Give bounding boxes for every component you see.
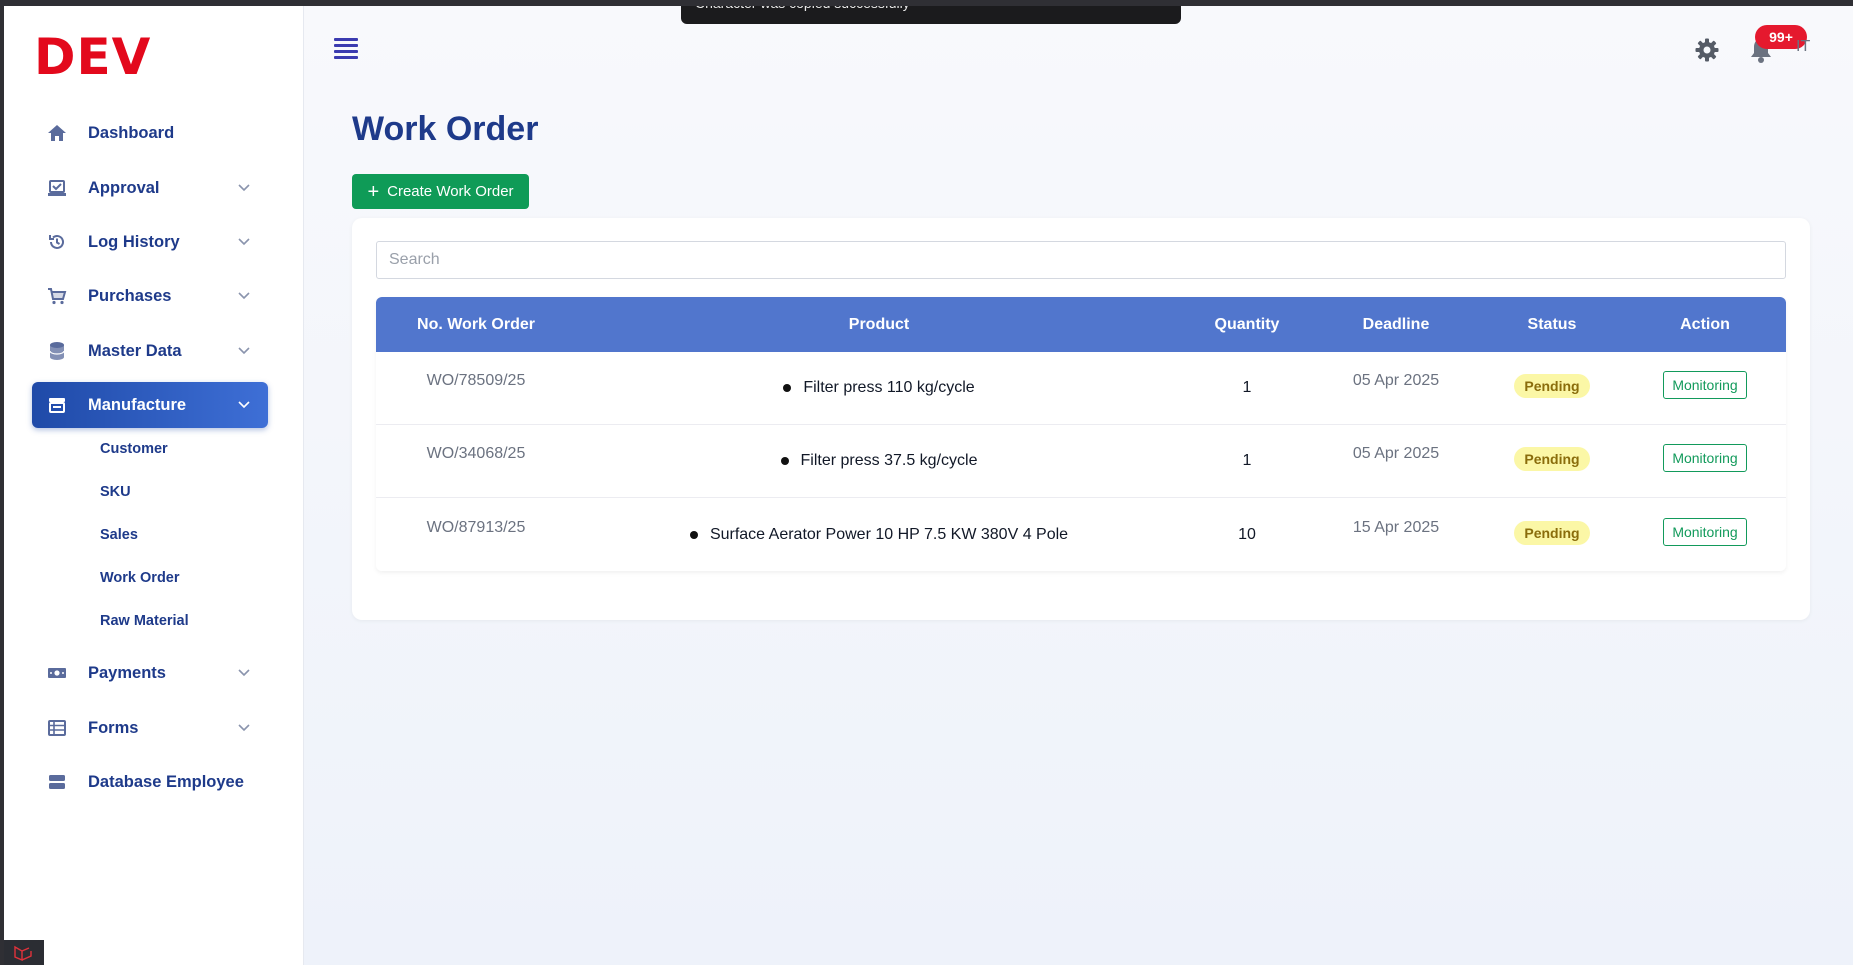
laravel-debug-icon[interactable] [4, 940, 44, 965]
monitoring-button[interactable]: Monitoring [1663, 444, 1747, 472]
product-name: Surface Aerator Power 10 HP 7.5 KW 380V … [709, 525, 1069, 543]
bullet-icon [780, 457, 789, 465]
sidebar-item-manufacture[interactable]: Manufacture [32, 382, 268, 428]
chevron-down-icon [236, 343, 252, 359]
deadline-value: 15 Apr 2025 [1352, 518, 1440, 536]
sidebar-item-label: Log History [88, 232, 180, 251]
chevron-down-icon [236, 288, 252, 304]
work-order-number: WO/87913/25 [426, 518, 526, 536]
store-icon [46, 394, 68, 416]
work-order-number: WO/78509/25 [426, 372, 526, 389]
table-icon [46, 717, 68, 739]
sidebar-item-log-history[interactable]: Log History [32, 219, 268, 265]
sidebar-item-label: Database Employee [88, 772, 244, 791]
chevron-down-icon [236, 180, 252, 196]
sidebar-item-approval[interactable]: Approval [32, 165, 268, 211]
status-badge: Pending [1514, 374, 1590, 398]
gear-icon[interactable] [1694, 37, 1720, 63]
search-input[interactable] [376, 241, 1786, 279]
create-work-order-button[interactable]: + Create Work Order [352, 174, 529, 209]
sidebar-subitem-sku[interactable]: SKU [100, 484, 131, 500]
sidebar-subitem-sales[interactable]: Sales [100, 527, 138, 543]
column-header-work-order[interactable]: No. Work Order [376, 316, 576, 334]
deadline-value: 05 Apr 2025 [1352, 445, 1440, 462]
table-header: No. Work Order Product Quantity Deadline… [376, 297, 1786, 352]
sidebar-item-forms[interactable]: Forms [32, 705, 268, 751]
quantity-value: 1 [1242, 379, 1252, 396]
action-cell: Monitoring [1624, 517, 1786, 546]
sidebar-item-label: Master Data [88, 341, 182, 360]
history-icon [46, 231, 68, 253]
sidebar-item-label: Forms [88, 718, 139, 737]
sidebar-item-label: Manufacture [88, 395, 187, 414]
menu-toggle-icon[interactable] [333, 36, 359, 62]
status-badge: Pending [1514, 520, 1590, 545]
column-header-action[interactable]: Action [1624, 316, 1786, 334]
database-icon [46, 340, 68, 362]
user-avatar[interactable]: IT [1796, 38, 1810, 56]
sidebar-subitem-customer[interactable]: Customer [100, 441, 168, 457]
chevron-down-icon [236, 234, 252, 250]
money-icon [46, 662, 68, 684]
cart-icon [46, 285, 68, 307]
product-cell: Filter press 110 kg/cycle [576, 379, 1182, 397]
create-work-order-label: Create Work Order [387, 183, 514, 200]
sidebar-item-payments[interactable]: Payments [32, 650, 268, 696]
chevron-down-icon [236, 665, 252, 681]
sidebar-item-label: Dashboard [88, 123, 175, 142]
sidebar-item-label: Approval [88, 178, 160, 197]
sidebar-item-label: Purchases [88, 286, 172, 305]
column-header-quantity[interactable]: Quantity [1182, 316, 1312, 334]
bullet-icon [689, 530, 698, 539]
product-cell: Filter press 37.5 kg/cycle [576, 452, 1182, 470]
column-header-deadline[interactable]: Deadline [1312, 316, 1480, 334]
app-frame: DEV Dashboard Approval Log History Purch… [0, 0, 1853, 965]
monitoring-button[interactable]: Monitoring [1663, 371, 1747, 399]
action-cell: Monitoring [1624, 371, 1786, 399]
sidebar-item-master-data[interactable]: Master Data [32, 328, 268, 374]
table-row: WO/87913/25 Surface Aerator Power 10 HP … [376, 498, 1786, 571]
browser-left-border [0, 0, 4, 965]
bullet-icon [783, 384, 792, 392]
product-cell: Surface Aerator Power 10 HP 7.5 KW 380V … [576, 526, 1182, 544]
status-cell: Pending [1480, 447, 1624, 471]
home-icon [46, 122, 68, 144]
table-row: WO/34068/25 Filter press 37.5 kg/cycle 1… [376, 425, 1786, 498]
browser-top-border [0, 0, 1853, 6]
sidebar-item-database-employee[interactable]: Database Employee [32, 759, 268, 805]
monitoring-button[interactable]: Monitoring [1663, 517, 1747, 546]
brand-logo[interactable]: DEV [34, 28, 151, 86]
action-cell: Monitoring [1624, 444, 1786, 472]
quantity-value: 1 [1242, 452, 1252, 469]
work-order-number: WO/34068/25 [426, 445, 526, 462]
status-badge: Pending [1514, 447, 1590, 471]
status-cell: Pending [1480, 520, 1624, 545]
column-header-product[interactable]: Product [576, 316, 1182, 334]
sidebar-item-purchases[interactable]: Purchases [32, 273, 268, 319]
plus-icon: + [367, 180, 380, 203]
quantity-value: 10 [1238, 525, 1256, 543]
product-name: Filter press 110 kg/cycle [803, 379, 975, 396]
sidebar-item-dashboard[interactable]: Dashboard [32, 110, 268, 156]
chevron-down-icon [236, 397, 252, 413]
deadline-value: 05 Apr 2025 [1352, 372, 1440, 389]
sidebar-subitem-work-order[interactable]: Work Order [100, 570, 180, 586]
column-header-status[interactable]: Status [1480, 316, 1624, 334]
product-name: Filter press 37.5 kg/cycle [800, 452, 978, 469]
work-order-table: No. Work Order Product Quantity Deadline… [376, 297, 1786, 571]
status-cell: Pending [1480, 374, 1624, 398]
chevron-down-icon [236, 720, 252, 736]
approval-icon [46, 177, 68, 199]
sidebar-subitem-raw-material[interactable]: Raw Material [100, 613, 189, 629]
server-icon [46, 771, 68, 793]
table-row: WO/78509/25 Filter press 110 kg/cycle 1 … [376, 352, 1786, 425]
page-title: Work Order [352, 110, 539, 148]
sidebar-item-label: Payments [88, 663, 166, 682]
